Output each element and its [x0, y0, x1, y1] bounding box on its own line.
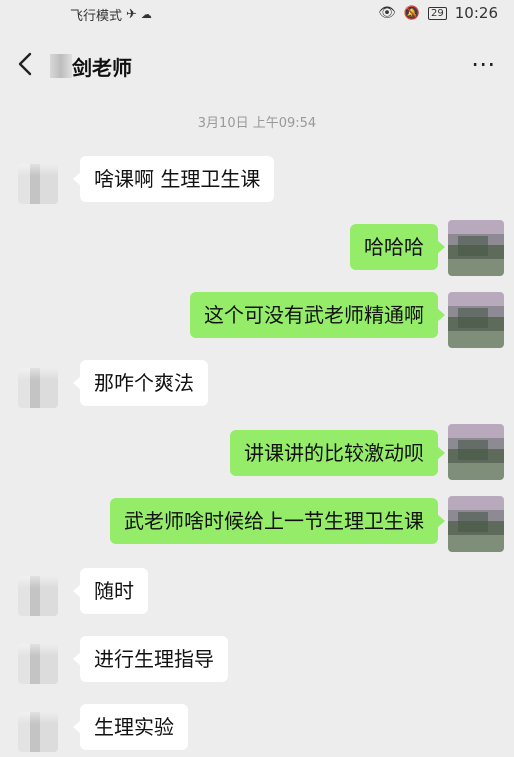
message-timestamp: 3月10日 上午09:54 — [197, 116, 317, 131]
battery-level: 29 — [431, 7, 444, 19]
contact-avatar[interactable] — [18, 164, 58, 204]
message-bubble[interactable]: 随时 — [73, 568, 148, 614]
status-time: 10:26 — [454, 4, 498, 22]
message-bubble[interactable]: 这个可没有武老师精通啊 — [190, 292, 445, 338]
contact-avatar[interactable] — [18, 576, 58, 616]
chat-title: 剑老师 — [72, 56, 132, 80]
message-bubble[interactable]: 武老师啥时候给上一节生理卫生课 — [110, 498, 445, 544]
status-right: 👁 🔕 29 10:26 — [378, 4, 498, 22]
message-bubble[interactable]: 哈哈哈 — [350, 224, 445, 270]
airplane-icon: ✈ — [126, 7, 137, 22]
airplane-mode-label: 飞行模式 — [70, 9, 123, 24]
contact-avatar[interactable] — [18, 644, 58, 684]
more-options-icon[interactable]: ⋯ — [471, 50, 496, 78]
message-bubble[interactable]: 那咋个爽法 — [73, 360, 208, 406]
my-avatar[interactable] — [448, 424, 504, 480]
back-icon[interactable] — [14, 50, 38, 78]
blurred-name-prefix — [50, 54, 72, 78]
my-avatar[interactable] — [448, 220, 504, 276]
contact-avatar[interactable] — [18, 712, 58, 752]
my-avatar[interactable] — [448, 292, 504, 348]
message-bubble[interactable]: 生理实验 — [73, 704, 188, 750]
my-avatar[interactable] — [448, 496, 504, 552]
status-bar: 飞行模式 ✈ ☁ 👁 🔕 29 10:26 — [0, 0, 514, 28]
message-bubble[interactable]: 啥课啊 生理卫生课 — [72, 156, 275, 202]
message-bubble[interactable]: 进行生理指导 — [73, 636, 228, 682]
contact-avatar[interactable] — [18, 368, 58, 408]
mute-bell-icon: 🔕 — [403, 5, 421, 21]
cloud-icon: ☁ — [140, 8, 152, 21]
eye-icon: 👁 — [378, 5, 396, 21]
status-left: 飞行模式 ✈ ☁ — [70, 5, 152, 24]
message-bubble[interactable]: 讲课讲的比较激动呗 — [230, 430, 445, 476]
chat-header: 剑老师 ⋯ — [0, 36, 514, 94]
battery-icon: 29 — [428, 6, 447, 20]
